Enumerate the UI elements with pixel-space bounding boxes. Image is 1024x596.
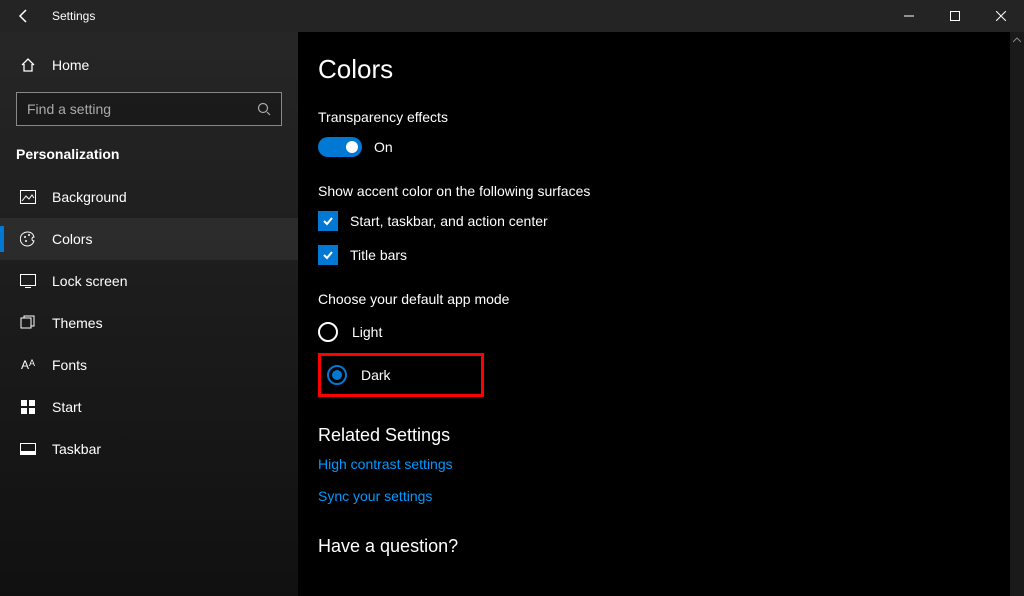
taskbar-icon	[18, 443, 38, 455]
home-icon	[18, 57, 38, 73]
related-heading: Related Settings	[318, 425, 1024, 446]
app-mode-light-radio[interactable]	[318, 322, 338, 342]
window-title: Settings	[52, 9, 95, 23]
sidebar-item-label: Themes	[52, 315, 103, 331]
home-button[interactable]: Home	[0, 44, 298, 86]
maximize-button[interactable]	[932, 0, 978, 32]
sidebar: Home Personalization Background Colors L…	[0, 32, 298, 596]
sidebar-item-taskbar[interactable]: Taskbar	[0, 428, 298, 470]
sidebar-item-label: Start	[52, 399, 82, 415]
sync-settings-link[interactable]: Sync your settings	[318, 488, 1024, 504]
category-title: Personalization	[0, 140, 298, 176]
sidebar-item-label: Fonts	[52, 357, 87, 373]
high-contrast-link[interactable]: High contrast settings	[318, 456, 1024, 472]
window-controls	[886, 0, 1024, 32]
titlebar: Settings	[0, 0, 1024, 32]
sidebar-item-background[interactable]: Background	[0, 176, 298, 218]
transparency-label: Transparency effects	[318, 109, 1024, 125]
sidebar-item-fonts[interactable]: AA Fonts	[0, 344, 298, 386]
page-title: Colors	[318, 54, 1024, 85]
sidebar-item-label: Taskbar	[52, 441, 101, 457]
app-mode-dark-label: Dark	[361, 367, 391, 383]
themes-icon	[18, 315, 38, 331]
search-box[interactable]	[16, 92, 282, 126]
search-icon	[257, 102, 271, 116]
transparency-state: On	[374, 139, 393, 155]
close-button[interactable]	[978, 0, 1024, 32]
scrollbar-track[interactable]	[1010, 32, 1024, 596]
picture-icon	[18, 190, 38, 204]
radio-dot	[332, 370, 342, 380]
transparency-toggle[interactable]	[318, 137, 362, 157]
app-mode-light-row: Light	[318, 319, 1024, 345]
minimize-icon	[904, 11, 914, 21]
sidebar-item-start[interactable]: Start	[0, 386, 298, 428]
scroll-up-button[interactable]	[1010, 32, 1024, 48]
palette-icon	[18, 231, 38, 247]
accent-title-label: Title bars	[350, 247, 407, 263]
accent-title-row: Title bars	[318, 245, 1024, 265]
minimize-button[interactable]	[886, 0, 932, 32]
highlight-annotation: Dark	[318, 353, 484, 397]
maximize-icon	[950, 11, 960, 21]
accent-start-label: Start, taskbar, and action center	[350, 213, 548, 229]
main-area: Home Personalization Background Colors L…	[0, 32, 1024, 596]
app-mode-label: Choose your default app mode	[318, 291, 1024, 307]
sidebar-item-label: Background	[52, 189, 127, 205]
sidebar-item-label: Lock screen	[52, 273, 127, 289]
search-input[interactable]	[27, 101, 257, 117]
home-label: Home	[52, 57, 89, 73]
transparency-toggle-row: On	[318, 137, 1024, 157]
start-icon	[18, 400, 38, 414]
toggle-knob	[346, 141, 358, 153]
sidebar-item-themes[interactable]: Themes	[0, 302, 298, 344]
back-arrow-icon	[16, 8, 32, 24]
sidebar-item-lock-screen[interactable]: Lock screen	[0, 260, 298, 302]
close-icon	[996, 11, 1006, 21]
sidebar-item-label: Colors	[52, 231, 92, 247]
accent-surfaces-label: Show accent color on the following surfa…	[318, 183, 1024, 199]
lock-screen-icon	[18, 274, 38, 288]
question-heading: Have a question?	[318, 536, 1024, 557]
accent-start-checkbox[interactable]	[318, 211, 338, 231]
sidebar-item-colors[interactable]: Colors	[0, 218, 298, 260]
chevron-up-icon	[1013, 37, 1021, 43]
accent-title-checkbox[interactable]	[318, 245, 338, 265]
app-mode-dark-radio[interactable]	[327, 365, 347, 385]
content-panel: Colors Transparency effects On Show acce…	[298, 32, 1024, 596]
accent-start-row: Start, taskbar, and action center	[318, 211, 1024, 231]
app-mode-light-label: Light	[352, 324, 382, 340]
back-button[interactable]	[0, 0, 48, 32]
font-icon: AA	[18, 358, 38, 372]
app-mode-dark-row: Dark	[327, 362, 391, 388]
